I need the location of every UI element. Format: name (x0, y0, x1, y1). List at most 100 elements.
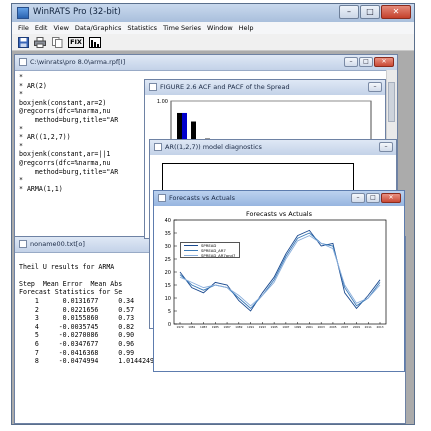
code-line: @regcorrs(dfc=%narma,nu (19, 107, 111, 116)
forecast-title-bar[interactable]: Forecasts vs Actuals – □ ✕ (154, 191, 404, 207)
output-line: Theil U results for ARMA (19, 262, 115, 271)
fix-button[interactable]: FIX (67, 36, 85, 49)
x-tick-label: 2009 (353, 325, 360, 329)
forecast-close-button[interactable]: ✕ (381, 193, 401, 203)
output-line: 7 -0.0416368 0.99 (19, 348, 135, 357)
output-line: Step Mean Error Mean Abs (19, 279, 123, 288)
acf-minimize-button[interactable]: – (368, 82, 382, 92)
winrats-main-window: WinRATS Pro (32-bit) – □ ✕ File Edit Vie… (11, 3, 415, 425)
x-tick-label: 1985 (212, 325, 219, 329)
legend-entry: SPREAD_AR7and7 (184, 253, 235, 258)
menu-window[interactable]: Window (207, 24, 233, 32)
acf-y-tick-label: 1.00 (157, 99, 168, 105)
x-tick-label: 1987 (223, 325, 230, 329)
diagnostics-minimize-button[interactable]: – (379, 142, 393, 152)
forecast-maximize-button[interactable]: □ (366, 193, 380, 203)
forecast-chart: 40 35 30 25 20 15 10 5 0 1979 1981 1983 1985 1987 1989… (165, 218, 387, 329)
y-tick-label: 15 (165, 283, 171, 289)
menu-view[interactable]: View (53, 24, 68, 32)
output-line: 2 0.0221656 0.57 (19, 305, 135, 314)
minimize-button[interactable]: – (339, 5, 359, 19)
forecast-window[interactable]: Forecasts vs Actuals – □ ✕ Forecasts vs … (153, 190, 405, 372)
winrats-app-icon (17, 7, 29, 19)
menu-data-graphics[interactable]: Data/Graphics (75, 24, 121, 32)
x-tick-label: 1999 (294, 325, 301, 329)
menu-help[interactable]: Help (239, 24, 254, 32)
forecast-canvas: Forecasts vs Actuals 40 35 30 25 20 15 10 5 0 197… (154, 206, 404, 371)
x-tick-label: 1983 (200, 325, 207, 329)
mdi-client-area: C:\winrats\pro 8.0\arma.rpf[I] – □ ✕ * *… (12, 51, 414, 424)
menu-statistics[interactable]: Statistics (127, 24, 157, 32)
x-tick-label: 2005 (329, 325, 336, 329)
y-tick-label: 25 (165, 257, 171, 263)
menu-file[interactable]: File (18, 24, 29, 32)
acf-title: FIGURE 2.6 ACF and PACF of the Spread (160, 83, 290, 91)
maximize-button[interactable]: □ (360, 5, 380, 19)
save-button[interactable] (16, 36, 30, 49)
editor-title: C:\winrats\pro 8.0\arma.rpf[I] (30, 58, 126, 66)
x-tick-label: 2001 (306, 325, 313, 329)
y-tick-label: 30 (165, 244, 171, 250)
graph-icon (154, 143, 162, 151)
forecast-minimize-button[interactable]: – (351, 193, 365, 203)
code-line: * AR((1,2,7)) (19, 133, 71, 142)
menu-time-series[interactable]: Time Series (163, 24, 201, 32)
legend-label: SPREAD_AR7and7 (201, 253, 236, 258)
output-line: 4 -0.0035745 0.82 (19, 322, 135, 331)
y-tick-label: 0 (168, 322, 171, 328)
code-line: method=burg,title="AR (19, 167, 119, 176)
forecast-title: Forecasts vs Actuals (169, 194, 236, 202)
save-icon (17, 36, 29, 48)
diagnostics-title: AR((1,2,7)) model diagnostics (165, 143, 262, 151)
y-tick-label: 40 (165, 218, 171, 224)
y-tick-label: 20 (165, 270, 171, 276)
editor-close-button[interactable]: ✕ (374, 57, 394, 67)
editor-text[interactable]: * * AR(2) * boxjenk(constant,ar=2) @regc… (19, 73, 118, 193)
editor-minimize-button[interactable]: – (344, 57, 358, 67)
diagnostics-title-bar[interactable]: AR((1,2,7)) model diagnostics – (150, 140, 396, 156)
acf-title-bar[interactable]: FIGURE 2.6 ACF and PACF of the Spread – (145, 80, 385, 96)
output-line: 3 0.0155860 0.73 (19, 314, 135, 323)
x-tick-label: 1995 (271, 325, 278, 329)
x-tick-label: 1989 (235, 325, 242, 329)
editor-maximize-button[interactable]: □ (359, 57, 373, 67)
graph-button[interactable] (88, 36, 102, 49)
copy-button[interactable] (50, 36, 64, 49)
code-line: * (19, 73, 23, 81)
document-icon (19, 58, 27, 66)
code-line: * ARMA(1,1) (19, 184, 63, 193)
menu-bar: File Edit View Data/Graphics Statistics … (12, 22, 414, 34)
x-tick-label: 1993 (259, 325, 266, 329)
document-icon (19, 240, 27, 248)
app-title: WinRATS Pro (32-bit) (33, 7, 121, 17)
y-tick-label: 10 (165, 296, 171, 302)
code-line: boxjenk(constant,ar=||1 (19, 150, 111, 159)
close-button[interactable]: ✕ (381, 5, 411, 19)
code-line: * (19, 124, 23, 133)
output-line: Forecast Statistics for Se (19, 288, 123, 297)
forecast-plot-frame (173, 219, 387, 325)
print-button[interactable] (33, 36, 47, 49)
menu-edit[interactable]: Edit (35, 24, 48, 32)
code-line: * (19, 176, 23, 185)
scrollbar-thumb[interactable] (388, 82, 395, 122)
toolbar: FIX (12, 34, 414, 51)
editor-title-bar[interactable]: C:\winrats\pro 8.0\arma.rpf[I] – □ ✕ (15, 55, 397, 71)
x-tick-label: 1997 (282, 325, 289, 329)
chart-legend: SPREAD SPREAD_AR7 SPREAD_AR7and7 (180, 242, 240, 258)
output-line: 1 0.0131677 0.34 (19, 296, 135, 305)
x-tick-label: 2013 (376, 325, 383, 329)
bar-chart-icon (89, 36, 101, 48)
graph-icon (149, 83, 157, 91)
output-line: 5 -0.0270086 0.90 (19, 331, 135, 340)
code-line: * (19, 141, 23, 150)
code-line: * AR(2) (19, 81, 47, 90)
x-tick-label: 2011 (365, 325, 372, 329)
fix-label: FIX (68, 36, 84, 48)
code-line: * (19, 90, 23, 99)
x-tick-label: 1979 (176, 325, 183, 329)
app-title-bar[interactable]: WinRATS Pro (32-bit) – □ ✕ (12, 4, 414, 23)
code-line: @regcorrs(dfc=%narma,nu (19, 158, 111, 167)
x-tick-label: 2003 (318, 325, 325, 329)
y-tick-label: 5 (168, 309, 171, 315)
